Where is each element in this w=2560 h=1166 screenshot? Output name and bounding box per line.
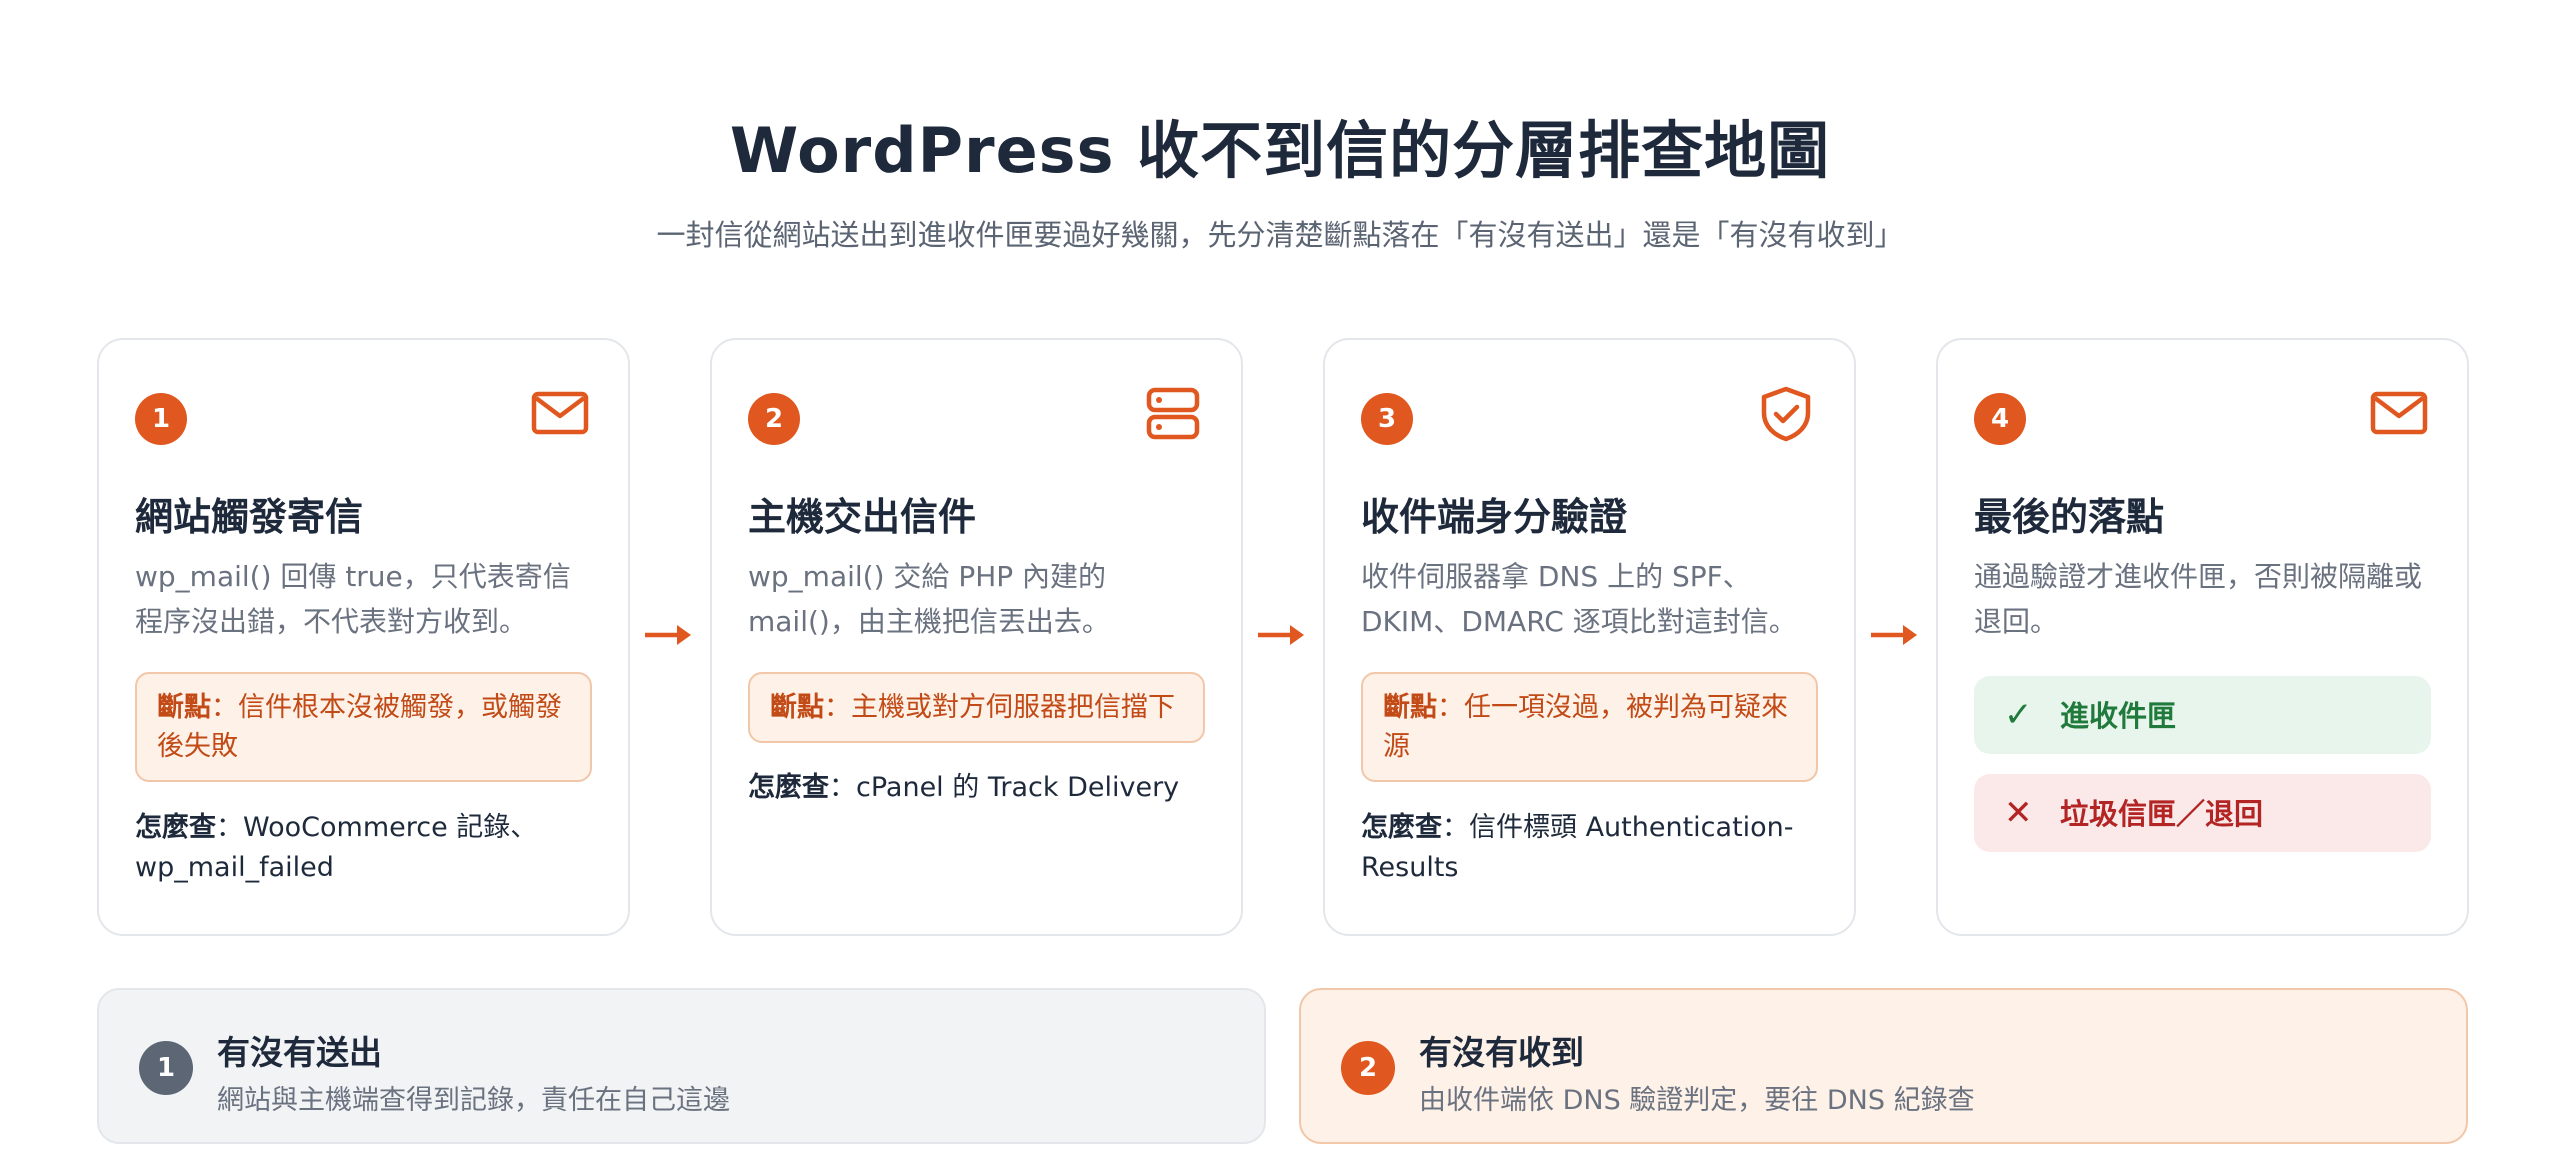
breakpoint-label: 斷點 — [1383, 692, 1437, 723]
step-card-1: 1 網站觸發寄信 wp_mail() 回傳 true，只代表寄信程序沒出錯，不代… — [97, 338, 630, 936]
result-spam-label: 垃圾信匣／退回 — [2060, 797, 2264, 831]
summary-number-badge: 1 — [139, 1041, 193, 1095]
step-description: wp_mail() 交給 PHP 內建的 mail()，由主機把信丟出去。 — [748, 560, 1110, 638]
howto-label: 怎麼查 — [1361, 812, 1442, 843]
summary-number-badge: 2 — [1341, 1041, 1395, 1095]
breakpoint-text: ：主機或對方伺服器把信擋下 — [824, 692, 1175, 723]
summary-description: 網站與主機端查得到記錄，責任在自己這邊 — [217, 1085, 730, 1116]
howto-text: 怎麼查：WooCommerce 記錄、wp_mail_failed — [135, 808, 598, 888]
step-title: 主機交出信件 — [748, 495, 977, 539]
summary-title: 有沒有送出 — [217, 1033, 382, 1072]
arrow-right-icon — [1871, 625, 1917, 645]
page-title: WordPress 收不到信的分層排查地圖 — [729, 114, 1831, 187]
howto-label: 怎麼查 — [135, 812, 216, 843]
summary-title: 有沒有收到 — [1419, 1033, 1584, 1072]
arrow-right-icon — [645, 625, 691, 645]
howto-value: ：cPanel 的 Track Delivery — [829, 772, 1180, 803]
step-card-4: 4 最後的落點 通過驗證才進收件匣，否則被隔離或退回。 ✓ 進收件匣 ✕ 垃圾信匣／… — [1936, 338, 2469, 936]
breakpoint-box: 斷點：任一項沒過，被判為可疑來源 — [1361, 672, 1818, 782]
step-number-badge: 2 — [748, 393, 800, 445]
arrow-right-icon — [1258, 625, 1304, 645]
cross-icon: ✕ — [2004, 793, 2033, 833]
step-number-badge: 1 — [135, 393, 187, 445]
server-icon — [1146, 387, 1200, 440]
step-description: 通過驗證才進收件匣，否則被隔離或退回。 — [1974, 560, 2423, 638]
step-title: 最後的落點 — [1974, 495, 2165, 539]
mail-icon — [2370, 391, 2428, 435]
summary-received: 2 有沒有收到 由收件端依 DNS 驗證判定，要往 DNS 紀錄查 — [1299, 988, 2468, 1144]
result-inbox: ✓ 進收件匣 — [1974, 676, 2431, 754]
breakpoint-label: 斷點 — [770, 692, 824, 723]
breakpoint-box: 斷點：主機或對方伺服器把信擋下 — [748, 672, 1205, 743]
summary-description: 由收件端依 DNS 驗證判定，要往 DNS 紀錄查 — [1419, 1085, 1975, 1116]
breakpoint-box: 斷點：信件根本沒被觸發，或觸發後失敗 — [135, 672, 592, 782]
page-subtitle: 一封信從網站送出到進收件匣要過好幾關，先分清楚斷點落在「有沒有送出」還是「有沒有… — [656, 218, 1904, 252]
summary-sent: 1 有沒有送出 網站與主機端查得到記錄，責任在自己這邊 — [97, 988, 1266, 1144]
howto-text: 怎麼查：信件標頭 Authentication-Results — [1361, 808, 1824, 888]
step-number-badge: 4 — [1974, 393, 2026, 445]
step-description: wp_mail() 回傳 true，只代表寄信程序沒出錯，不代表對方收到。 — [135, 560, 571, 638]
step-card-2: 2 主機交出信件 wp_mail() 交給 PHP 內建的 mail()，由主機… — [710, 338, 1243, 936]
shield-check-icon — [1761, 386, 1811, 442]
howto-label: 怎麼查 — [748, 772, 829, 803]
step-title: 網站觸發寄信 — [135, 495, 364, 539]
breakpoint-text: ：任一項沒過，被判為可疑來源 — [1383, 692, 1788, 762]
result-inbox-label: 進收件匣 — [2060, 699, 2177, 733]
step-title: 收件端身分驗證 — [1361, 495, 1628, 539]
result-spam: ✕ 垃圾信匣／退回 — [1974, 774, 2431, 852]
step-card-3: 3 收件端身分驗證 收件伺服器拿 DNS 上的 SPF、DKIM、DMARC 逐… — [1323, 338, 1856, 936]
step-description: 收件伺服器拿 DNS 上的 SPF、DKIM、DMARC 逐項比對這封信。 — [1361, 560, 1797, 638]
breakpoint-label: 斷點 — [157, 692, 211, 723]
howto-text: 怎麼查：cPanel 的 Track Delivery — [748, 768, 1211, 808]
check-icon: ✓ — [2004, 695, 2033, 735]
mail-icon — [531, 391, 589, 435]
step-number-badge: 3 — [1361, 393, 1413, 445]
breakpoint-text: ：信件根本沒被觸發，或觸發後失敗 — [157, 692, 562, 762]
